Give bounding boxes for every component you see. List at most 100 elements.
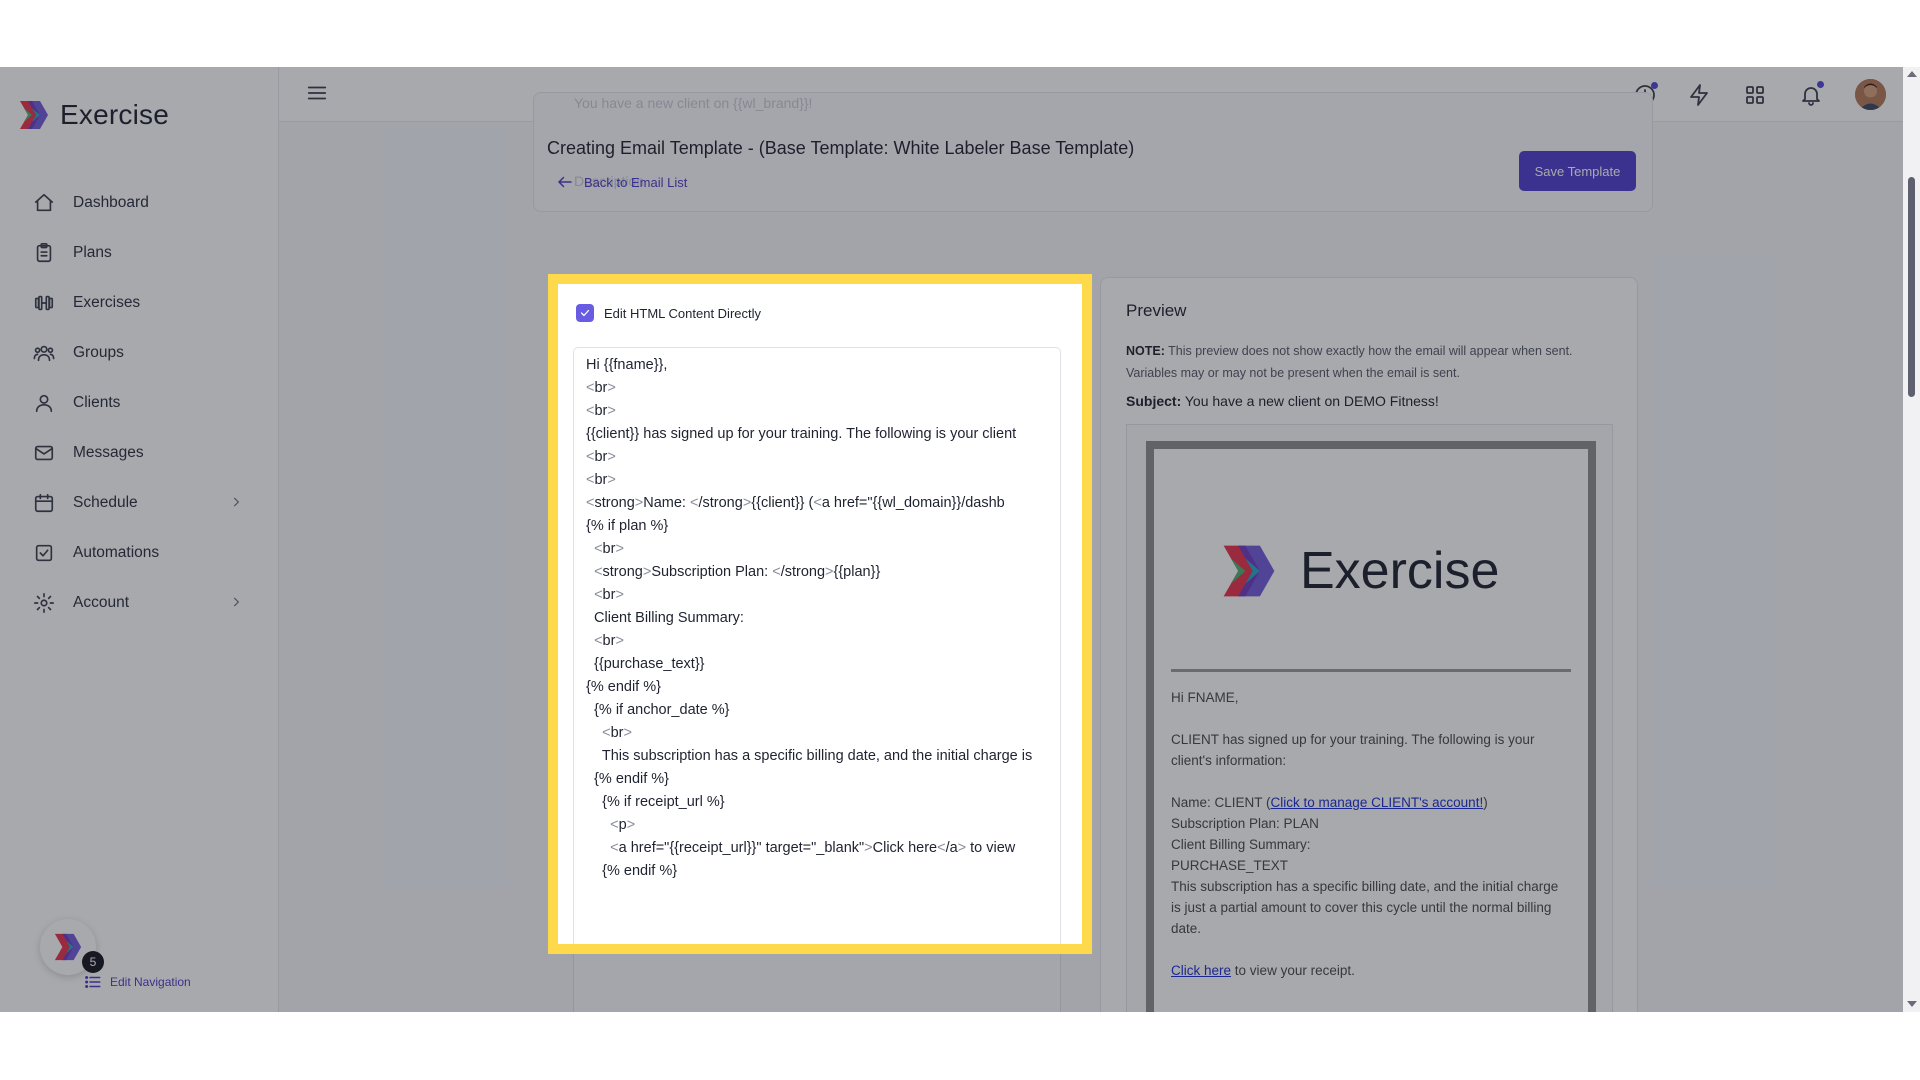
save-template-button[interactable]: Save Template bbox=[1519, 151, 1636, 191]
sidebar: Exercise Dashboard Plans Exercises Group… bbox=[0, 67, 279, 1012]
sidebar-item-dashboard[interactable]: Dashboard bbox=[0, 178, 279, 228]
code-line: Client Billing Summary: bbox=[586, 610, 744, 626]
email-greeting: Hi FNAME, bbox=[1171, 690, 1239, 705]
chevron-right-icon bbox=[229, 595, 243, 609]
sidebar-item-label: Plans bbox=[73, 244, 112, 261]
email-plan-line: Subscription Plan: PLAN bbox=[1171, 816, 1319, 831]
code-line: {% if plan %} bbox=[586, 518, 669, 534]
sidebar-item-plans[interactable]: Plans bbox=[0, 228, 279, 278]
code-line: {% if anchor_date %} bbox=[586, 702, 730, 718]
subject-text: You have a new client on DEMO Fitness! bbox=[1184, 393, 1439, 409]
back-to-email-list-link[interactable]: Back to Email List bbox=[556, 173, 687, 191]
bolt-icon[interactable] bbox=[1685, 81, 1713, 109]
page-title: Creating Email Template - (Base Template… bbox=[547, 138, 1135, 158]
scrollbar-thumb[interactable] bbox=[1908, 177, 1915, 397]
sidebar-nav: Dashboard Plans Exercises Groups Clients… bbox=[0, 178, 279, 628]
faint-subject-text: You have a new client on {{wl_brand}}! bbox=[574, 95, 813, 111]
history-notification-dot bbox=[1651, 82, 1658, 89]
code-line: <br> bbox=[586, 449, 616, 465]
chevron-right-icon bbox=[229, 495, 243, 509]
edit-navigation-link[interactable]: Edit Navigation bbox=[84, 973, 191, 991]
html-editor-card: Edit HTML Content Directly Hi {{fname}},… bbox=[558, 284, 1082, 944]
page-header: Creating Email Template - (Base Template… bbox=[547, 138, 1135, 190]
sidebar-item-label: Dashboard bbox=[73, 194, 149, 211]
brand-logo-icon bbox=[54, 933, 82, 961]
code-line: <strong>Subscription Plan: </strong>{{pl… bbox=[594, 564, 881, 580]
email-billing-label: Client Billing Summary: bbox=[1171, 837, 1311, 852]
edit-html-checkbox[interactable] bbox=[576, 304, 594, 322]
email-preview-body: Exercise Hi FNAME, CLIENT has signed up … bbox=[1146, 441, 1596, 1012]
note-label: NOTE: bbox=[1126, 344, 1165, 358]
sidebar-item-messages[interactable]: Messages bbox=[0, 428, 279, 478]
brand-logo-icon bbox=[20, 101, 48, 129]
calendar-icon bbox=[32, 491, 56, 515]
bell-icon[interactable] bbox=[1797, 81, 1825, 109]
code-line: <br> bbox=[586, 380, 616, 396]
menu-toggle-icon[interactable] bbox=[306, 82, 330, 106]
user-avatar[interactable] bbox=[1855, 79, 1886, 110]
code-line: Hi {{fname}}, bbox=[586, 357, 668, 373]
sidebar-item-label: Groups bbox=[73, 344, 124, 361]
receipt-link[interactable]: Click here bbox=[1171, 963, 1231, 978]
edit-navigation-label: Edit Navigation bbox=[110, 975, 191, 989]
users-group-icon bbox=[32, 341, 56, 365]
code-line: This subscription has a specific billing… bbox=[586, 748, 1033, 764]
edit-html-toggle[interactable]: Edit HTML Content Directly bbox=[576, 304, 761, 322]
arrow-left-icon bbox=[558, 176, 572, 188]
check-icon bbox=[580, 309, 590, 317]
sidebar-item-account[interactable]: Account bbox=[0, 578, 279, 628]
code-line: {{client}} has signed up for your traini… bbox=[586, 426, 1017, 442]
brand-logo-icon bbox=[1223, 545, 1275, 597]
email-receipt-line: Click here to view your receipt. bbox=[1171, 960, 1571, 981]
sidebar-item-automations[interactable]: Automations bbox=[0, 528, 279, 578]
code-line: {% endif %} bbox=[586, 863, 678, 879]
list-icon bbox=[85, 976, 101, 988]
preview-note: NOTE: This preview does not show exactly… bbox=[1126, 340, 1616, 384]
email-preview-frame: Exercise Hi FNAME, CLIENT has signed up … bbox=[1126, 424, 1613, 1012]
clipboard-icon bbox=[32, 241, 56, 265]
checkbox-icon bbox=[32, 541, 56, 565]
code-line: <strong>Name: </strong>{{client}} (<a hr… bbox=[586, 495, 1005, 511]
code-line: <a href="{{receipt_url}}" target="_blank… bbox=[610, 840, 1016, 856]
email-billing-note: This subscription has a specific billing… bbox=[1171, 879, 1559, 936]
scroll-up-arrow-icon[interactable] bbox=[1907, 71, 1917, 77]
brand-name: Exercise bbox=[60, 99, 169, 130]
sidebar-item-label: Account bbox=[73, 594, 130, 611]
gear-icon bbox=[32, 591, 56, 615]
note-text: This preview does not show exactly how t… bbox=[1126, 344, 1573, 380]
edit-html-label: Edit HTML Content Directly bbox=[604, 305, 762, 321]
preview-title: Preview bbox=[1126, 301, 1187, 320]
sidebar-item-label: Messages bbox=[73, 444, 144, 461]
sidebar-item-clients[interactable]: Clients bbox=[0, 378, 279, 428]
dumbbell-icon bbox=[32, 291, 56, 315]
receipt-suffix: to view your receipt. bbox=[1234, 963, 1355, 978]
scroll-down-arrow-icon[interactable] bbox=[1907, 1001, 1917, 1007]
back-link-label: Back to Email List bbox=[584, 174, 688, 190]
notification-count-badge: 5 bbox=[82, 951, 104, 973]
grid-icon[interactable] bbox=[1741, 81, 1769, 109]
brand[interactable]: Exercise bbox=[18, 97, 169, 133]
name-line-prefix: Name: CLIENT ( bbox=[1171, 795, 1271, 810]
sidebar-item-exercises[interactable]: Exercises bbox=[0, 278, 279, 328]
page-scrollbar[interactable] bbox=[1903, 67, 1920, 1012]
sidebar-item-groups[interactable]: Groups bbox=[0, 328, 279, 378]
manage-account-link[interactable]: Click to manage CLIENT's account! bbox=[1271, 795, 1484, 810]
name-line-suffix: ) bbox=[1483, 795, 1488, 810]
mail-icon bbox=[32, 441, 56, 465]
email-intro: CLIENT has signed up for your training. … bbox=[1171, 732, 1535, 768]
preview-subject: Subject: You have a new client on DEMO F… bbox=[1126, 393, 1439, 409]
sidebar-item-label: Schedule bbox=[73, 494, 138, 511]
email-divider bbox=[1171, 669, 1571, 672]
code-editor-lower-edge bbox=[573, 954, 1061, 1012]
code-line: <br> bbox=[586, 403, 616, 419]
sidebar-item-schedule[interactable]: Schedule bbox=[0, 478, 279, 528]
sidebar-item-label: Clients bbox=[73, 394, 121, 411]
preview-card: Preview NOTE: This preview does not show… bbox=[1100, 277, 1638, 1012]
email-content: Hi FNAME, CLIENT has signed up for your … bbox=[1171, 687, 1571, 981]
html-code-editor[interactable]: Hi {{fname}}, <br> <br> {{client}} has sign… bbox=[573, 347, 1061, 944]
code-line: <br> bbox=[602, 725, 632, 741]
code-line: <p> bbox=[610, 817, 636, 833]
subject-label: Subject: bbox=[1126, 393, 1182, 409]
sidebar-item-label: Automations bbox=[73, 544, 160, 561]
code-line: {{purchase_text}} bbox=[586, 656, 705, 672]
